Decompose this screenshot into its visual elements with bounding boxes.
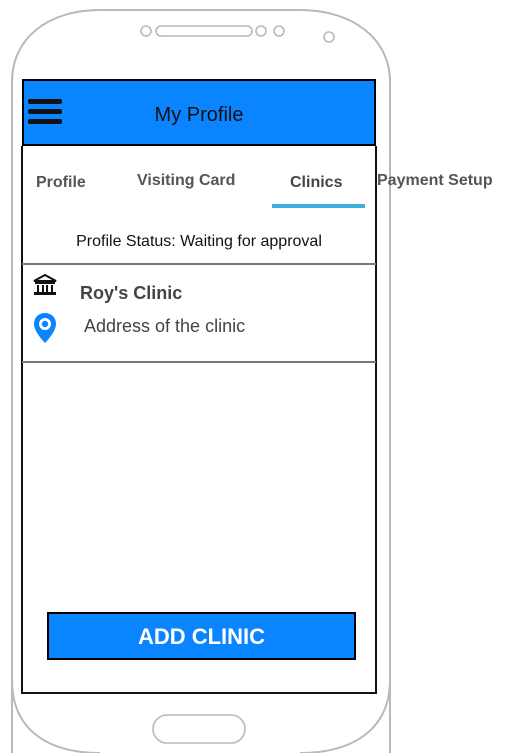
map-pin-icon [34,313,56,343]
tab-clinics[interactable]: Clinics [290,174,342,192]
screen-border-bottom [21,692,377,694]
active-tab-indicator [272,204,365,208]
clinic-card-bottom-divider [22,361,376,363]
clinic-name: Roy's Clinic [80,283,183,303]
clinic-address: Address of the clinic [84,316,246,336]
tab-payment-setup[interactable]: Payment Setup [377,172,493,190]
hamburger-icon[interactable] [28,99,62,125]
screen-border-right [375,146,377,693]
tab-visiting-card[interactable]: Visiting Card [137,172,235,190]
clinic-card[interactable] [23,265,375,361]
screen-border-left [21,146,23,693]
tab-profile[interactable]: Profile [36,174,86,192]
profile-status: Profile Status: Waiting for approval [76,233,322,250]
page-title: My Profile [154,104,244,126]
app-header: My Profile [22,79,376,146]
add-clinic-button[interactable]: ADD CLINIC [47,612,356,660]
bank-building-icon [33,274,57,295]
